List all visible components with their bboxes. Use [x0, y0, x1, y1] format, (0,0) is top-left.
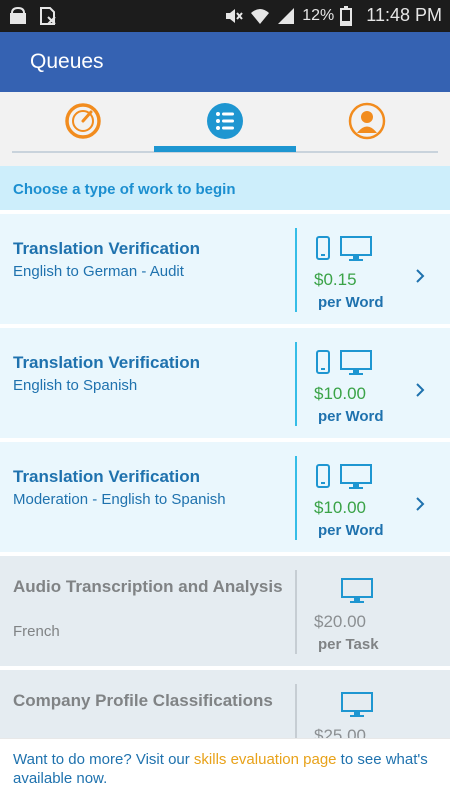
footer-prefix: Want to do more? Visit our [13, 751, 194, 768]
phone-icon [316, 350, 330, 379]
phone-icon [316, 236, 330, 265]
battery-percent: 12% [302, 6, 335, 24]
monitor-icon [341, 578, 373, 609]
row-divider [295, 570, 297, 654]
queue-title: Company Profile Classifications [13, 691, 273, 710]
row-divider [295, 456, 297, 540]
chevron-right-icon[interactable] [414, 380, 426, 400]
queue-subtitle: English to Spanish [13, 377, 138, 394]
queue-row[interactable]: Translation Verification English to Span… [0, 328, 450, 438]
no-sim-icon [38, 6, 58, 26]
queue-title: Audio Transcription and Analysis [13, 577, 283, 596]
profile-icon [348, 102, 386, 145]
list-header-text: Choose a type of work to begin [13, 181, 236, 198]
queue-price: $10.00 [314, 498, 366, 517]
queue-title: Translation Verification [13, 353, 201, 372]
queue-row: Audio Transcription and Analysis French … [0, 556, 450, 666]
queue-subtitle: Moderation - English to Spanish [13, 491, 226, 508]
signal-icon [276, 6, 296, 26]
footer-banner: Want to do more? Visit our skills evalua… [0, 738, 450, 801]
footer-text: Want to do more? Visit our skills evalua… [13, 750, 433, 788]
store-icon [8, 6, 28, 26]
tab-dashboard[interactable] [12, 92, 154, 154]
queue-price: $10.00 [314, 384, 366, 403]
mute-icon [224, 6, 244, 26]
row-divider [295, 342, 297, 426]
monitor-icon [340, 236, 372, 267]
queue-title: Translation Verification [13, 467, 201, 486]
queue-unit: per Word [318, 408, 384, 425]
wifi-icon [250, 6, 270, 26]
active-tab-indicator [154, 146, 296, 152]
queue-row[interactable]: Translation Verification Moderation - En… [0, 442, 450, 552]
list-icon [206, 102, 244, 145]
page-title: Queues [30, 50, 104, 73]
status-bar: 12% 11:48 PM [0, 0, 450, 32]
queue-subtitle: French [13, 623, 60, 640]
monitor-icon [341, 692, 373, 723]
queue-row[interactable]: Translation Verification English to Germ… [0, 214, 450, 324]
clock: 11:48 PM [366, 5, 442, 25]
app-bar: Queues [0, 32, 450, 92]
queue-price: $0.15 [314, 270, 357, 289]
phone-icon [316, 464, 330, 493]
queue-subtitle: English to German - Audit [13, 263, 184, 280]
monitor-icon [340, 350, 372, 381]
tab-queues[interactable] [154, 92, 296, 154]
queue-unit: per Word [318, 522, 384, 539]
queue-unit: per Task [318, 636, 379, 653]
chevron-right-icon[interactable] [414, 266, 426, 286]
tab-bar [0, 92, 450, 166]
chevron-right-icon[interactable] [414, 494, 426, 514]
battery-icon [340, 5, 360, 26]
monitor-icon [340, 464, 372, 495]
speedometer-icon [64, 102, 102, 145]
skills-evaluation-link[interactable]: skills evaluation page [194, 751, 337, 768]
row-divider [295, 228, 297, 312]
list-header: Choose a type of work to begin [0, 166, 450, 210]
queue-price: $20.00 [314, 612, 366, 631]
tab-profile[interactable] [296, 92, 438, 154]
queue-unit: per Word [318, 294, 384, 311]
queue-title: Translation Verification [13, 239, 201, 258]
